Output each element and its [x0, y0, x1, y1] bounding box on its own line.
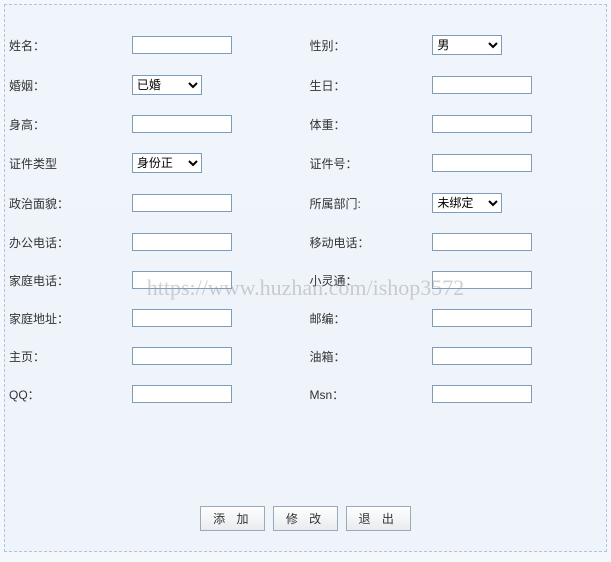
idnumber-label: 证件号： — [305, 143, 428, 183]
form-row: 办公电话： 移动电话： — [5, 223, 606, 261]
idtype-label: 证件类型 — [5, 143, 128, 183]
form-row: 主页： 油箱： — [5, 337, 606, 375]
button-row: 添 加 修 改 退 出 — [5, 506, 606, 531]
homephone-input[interactable] — [132, 271, 232, 289]
modify-button[interactable]: 修 改 — [273, 506, 338, 531]
phs-label: 小灵通： — [305, 261, 428, 299]
birthday-input[interactable] — [432, 76, 532, 94]
mobilephone-label: 移动电话： — [305, 223, 428, 261]
form-row: 政治面貌： 所属部门: 未绑定 — [5, 183, 606, 223]
phs-input[interactable] — [432, 271, 532, 289]
form-row: 证件类型 身份正 证件号： — [5, 143, 606, 183]
political-label: 政治面貌： — [5, 183, 128, 223]
msn-label: Msn： — [305, 375, 428, 413]
form-row: QQ： Msn： — [5, 375, 606, 413]
weight-label: 体重： — [305, 105, 428, 143]
homephone-label: 家庭电话： — [5, 261, 128, 299]
add-button[interactable]: 添 加 — [200, 506, 265, 531]
marriage-select[interactable]: 已婚 — [132, 75, 202, 95]
name-label: 姓名： — [5, 25, 128, 65]
department-label: 所属部门: — [305, 183, 428, 223]
qq-label: QQ： — [5, 375, 128, 413]
exit-button[interactable]: 退 出 — [346, 506, 411, 531]
homepage-input[interactable] — [132, 347, 232, 365]
birthday-label: 生日： — [305, 65, 428, 105]
height-label: 身高： — [5, 105, 128, 143]
postcode-label: 邮编： — [305, 299, 428, 337]
officephone-label: 办公电话： — [5, 223, 128, 261]
idnumber-input[interactable] — [432, 154, 532, 172]
postcode-input[interactable] — [432, 309, 532, 327]
form-row: 身高： 体重： — [5, 105, 606, 143]
marriage-label: 婚姻： — [5, 65, 128, 105]
msn-input[interactable] — [432, 385, 532, 403]
weight-input[interactable] — [432, 115, 532, 133]
form-table: 姓名： 性别： 男 婚姻： 已婚 生日： 身高： 体重： — [5, 25, 606, 413]
department-select[interactable]: 未绑定 — [432, 193, 502, 213]
height-input[interactable] — [132, 115, 232, 133]
email-input[interactable] — [432, 347, 532, 365]
form-row: 家庭地址： 邮编： — [5, 299, 606, 337]
idtype-select[interactable]: 身份正 — [132, 153, 202, 173]
homepage-label: 主页： — [5, 337, 128, 375]
form-row: 婚姻： 已婚 生日： — [5, 65, 606, 105]
form-row: 姓名： 性别： 男 — [5, 25, 606, 65]
political-input[interactable] — [132, 194, 232, 212]
officephone-input[interactable] — [132, 233, 232, 251]
homeaddress-label: 家庭地址： — [5, 299, 128, 337]
gender-label: 性别： — [305, 25, 428, 65]
homeaddress-input[interactable] — [132, 309, 232, 327]
mobilephone-input[interactable] — [432, 233, 532, 251]
email-label: 油箱： — [305, 337, 428, 375]
form-row: 家庭电话： 小灵通： — [5, 261, 606, 299]
gender-select[interactable]: 男 — [432, 35, 502, 55]
name-input[interactable] — [132, 36, 232, 54]
qq-input[interactable] — [132, 385, 232, 403]
form-container: 姓名： 性别： 男 婚姻： 已婚 生日： 身高： 体重： — [4, 4, 607, 552]
